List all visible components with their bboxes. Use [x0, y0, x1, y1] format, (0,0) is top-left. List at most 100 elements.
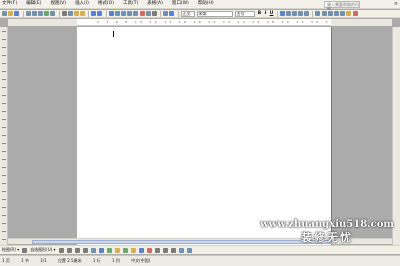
menu-insert[interactable]: 插入(I)	[75, 1, 89, 7]
ruler-tick	[2, 143, 6, 144]
select-objects-icon[interactable]	[22, 247, 28, 253]
align-left-icon[interactable]	[279, 11, 285, 16]
numbering-icon[interactable]	[315, 11, 321, 16]
tables-borders-icon[interactable]	[114, 11, 120, 16]
close-document-button[interactable]: ×	[394, 1, 398, 7]
toolbar-separator	[160, 10, 162, 17]
hyperlink-icon[interactable]	[108, 11, 114, 16]
document-page[interactable]	[77, 27, 331, 245]
highlight-icon[interactable]	[346, 11, 352, 16]
menu-file[interactable]: 文件(F)	[2, 1, 17, 7]
insert-table-icon[interactable]	[121, 11, 126, 16]
draw-menu-button[interactable]: 绘图(R) ▾	[2, 247, 19, 253]
font-dropdown[interactable]: 宋体	[196, 10, 233, 17]
vertical-scrollbar[interactable]	[392, 27, 400, 245]
arrow-icon[interactable]	[66, 247, 72, 253]
line-style-icon[interactable]	[154, 247, 160, 253]
line-icon[interactable]	[58, 247, 64, 253]
status-bar: 1 页 1 节 1/1 位置 2.5厘米 1 行 1 列 中文(中国)	[0, 255, 400, 266]
diagram-icon[interactable]	[106, 247, 112, 253]
menu-help[interactable]: 帮助(H)	[198, 1, 214, 7]
align-center-icon[interactable]	[285, 11, 291, 16]
picture-icon[interactable]	[122, 247, 128, 253]
open-folder-icon[interactable]	[8, 11, 14, 16]
wordart-icon[interactable]	[98, 247, 104, 253]
border-icon[interactable]	[340, 11, 346, 16]
arrow-style-icon[interactable]	[170, 247, 176, 253]
text-color-icon[interactable]	[146, 247, 152, 253]
ruler-tick	[2, 47, 6, 48]
align-right-icon[interactable]	[291, 11, 297, 16]
document-map-icon[interactable]	[145, 11, 151, 16]
rectangle-icon[interactable]	[74, 247, 80, 253]
increase-indent-icon[interactable]	[334, 11, 339, 16]
save-icon[interactable]	[14, 11, 20, 16]
menu-table[interactable]: 表格(A)	[147, 1, 163, 7]
ruler-tick	[2, 95, 6, 96]
menu-edit[interactable]: 编辑(E)	[26, 1, 41, 7]
menu-format[interactable]: 格式(O)	[98, 1, 114, 7]
undo-icon[interactable]	[91, 11, 97, 16]
3d-icon[interactable]	[186, 247, 192, 253]
print-icon[interactable]	[31, 11, 37, 16]
decrease-indent-icon[interactable]	[327, 11, 333, 16]
format-painter-icon[interactable]	[80, 11, 86, 16]
status-language: 中文(中国)	[131, 258, 151, 263]
columns-icon[interactable]	[133, 11, 139, 16]
text-cursor	[113, 31, 114, 37]
copy-icon[interactable]	[67, 11, 73, 16]
research-icon[interactable]	[50, 11, 56, 16]
insert-excel-icon[interactable]	[127, 11, 133, 16]
ruler-tick	[2, 215, 6, 216]
ruler-tick	[2, 167, 6, 168]
font-size-dropdown[interactable]: 五号	[234, 10, 255, 17]
style-dropdown[interactable]: 正文	[180, 10, 195, 17]
help-icon[interactable]	[169, 11, 175, 16]
ruler-tick	[2, 39, 6, 40]
cut-icon[interactable]	[61, 11, 67, 16]
ruler-tick	[2, 55, 6, 56]
drawing-icon[interactable]	[139, 11, 145, 16]
autoshapes-menu-button[interactable]: 自选图形(U) ▾	[30, 247, 55, 253]
ruler-tick	[2, 135, 6, 136]
textbox-icon[interactable]	[90, 247, 96, 253]
menu-view[interactable]: 视图(V)	[50, 1, 66, 7]
ruler-scale: 2 4 6 8 10 12 14 16 18 20 22 24 26 28 30…	[97, 20, 331, 24]
ruler-tick	[2, 87, 6, 88]
underline-button[interactable]: U	[269, 11, 275, 16]
ruler-right-margin	[331, 19, 392, 26]
toolbar-separator	[58, 10, 60, 17]
menu-window[interactable]: 窗口(W)	[172, 1, 189, 7]
paste-icon[interactable]	[73, 11, 79, 16]
fill-color-icon[interactable]	[130, 247, 136, 253]
standard-toolbar: 正文 宋体 五号 B I U	[0, 10, 400, 18]
ruler-tick	[2, 183, 6, 184]
ruler-tick	[2, 31, 6, 32]
help-search-input[interactable]: 键入需要帮助的问题	[324, 1, 360, 12]
show-hide-icon[interactable]	[151, 11, 157, 16]
spelling-icon[interactable]	[44, 11, 50, 16]
clipart-icon[interactable]	[114, 247, 120, 253]
new-document-icon[interactable]	[2, 11, 7, 16]
ruler-tick	[2, 119, 6, 120]
toolbar-separator	[88, 10, 90, 17]
watermark-url: www.zhuangxiu518.com	[260, 219, 394, 230]
print-preview-icon[interactable]	[37, 11, 43, 16]
permission-icon[interactable]	[25, 11, 31, 16]
bullets-icon[interactable]	[321, 11, 327, 16]
font-color-icon[interactable]	[352, 11, 358, 16]
menu-tools[interactable]: 工具(T)	[123, 1, 138, 7]
line-spacing-icon[interactable]	[304, 11, 310, 16]
ruler-tick	[2, 159, 6, 160]
redo-icon[interactable]	[97, 11, 103, 16]
ruler-tick	[2, 63, 6, 64]
dash-style-icon[interactable]	[162, 247, 168, 253]
justify-icon[interactable]	[298, 11, 304, 16]
line-color-icon[interactable]	[138, 247, 144, 253]
oval-icon[interactable]	[82, 247, 88, 253]
horizontal-ruler[interactable]: 2 4 6 8 10 12 14 16 18 20 22 24 26 28 30…	[77, 19, 331, 26]
shadow-icon[interactable]	[178, 247, 184, 253]
ruler-tick	[2, 231, 6, 232]
vertical-ruler[interactable]	[0, 27, 8, 245]
zoom-icon[interactable]	[163, 11, 169, 16]
